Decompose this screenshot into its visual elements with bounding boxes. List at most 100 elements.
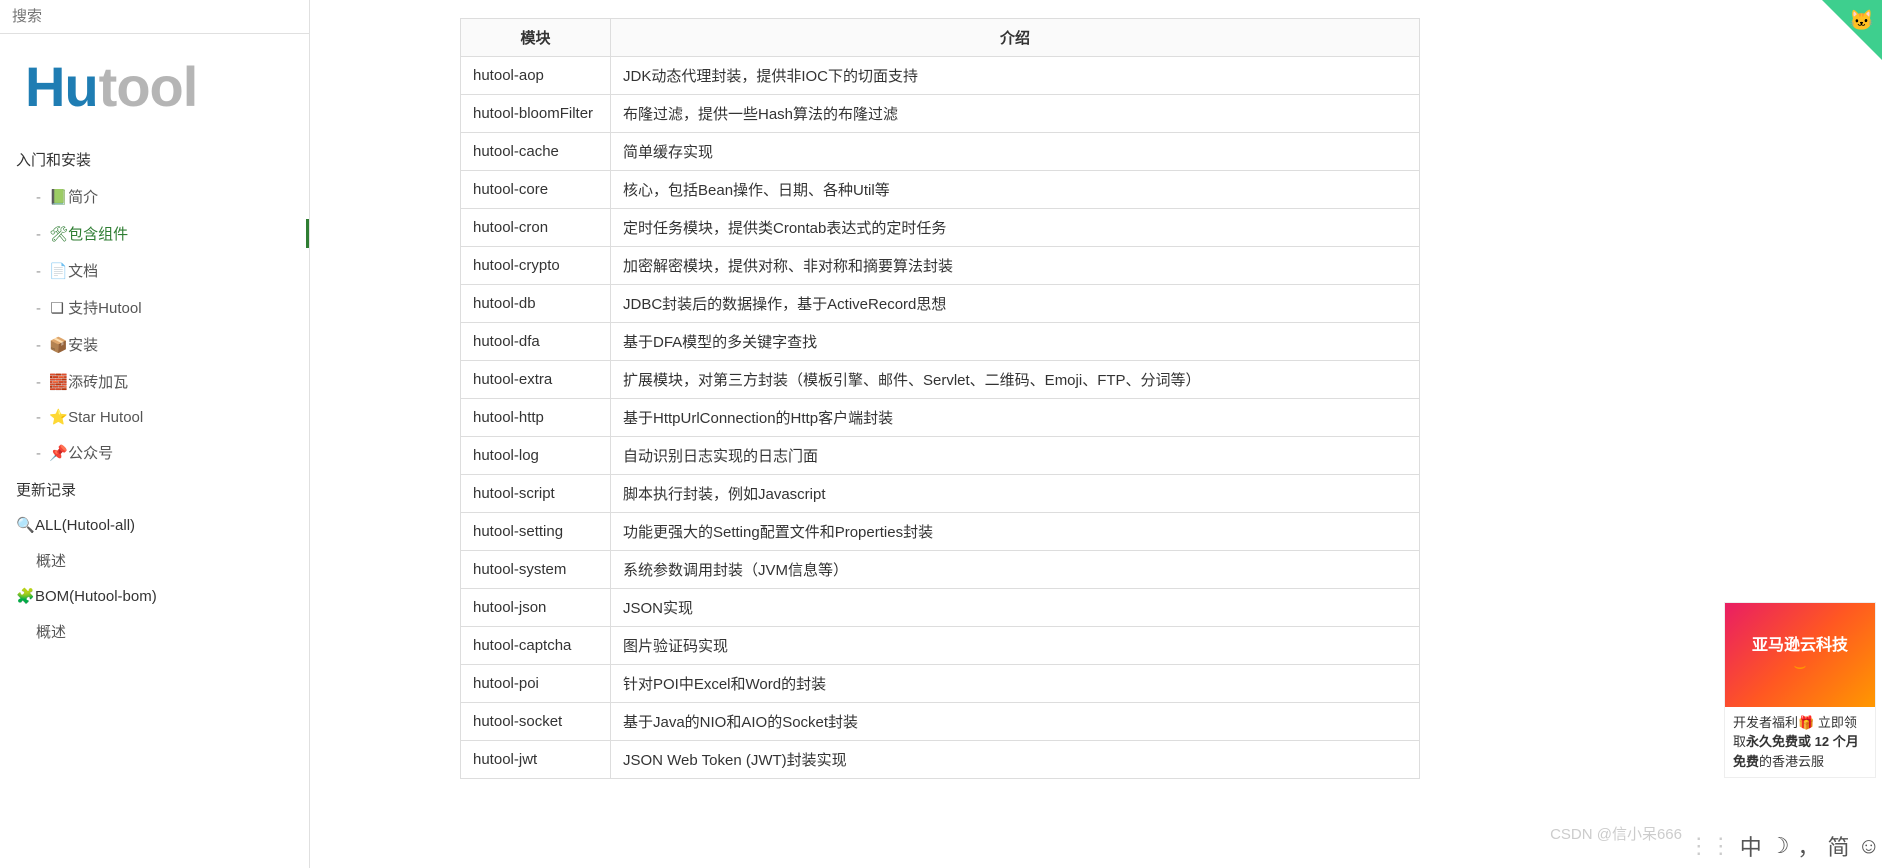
cell-desc: JSON实现 <box>611 589 1420 627</box>
ime-comma[interactable]: ， <box>1798 830 1820 862</box>
smile-icon[interactable]: ☺ <box>1858 833 1880 859</box>
table-row: hutool-jsonJSON实现 <box>461 589 1420 627</box>
cell-desc: 定时任务模块，提供类Crontab表达式的定时任务 <box>611 209 1420 247</box>
dash: - <box>36 409 45 426</box>
cell-module: hutool-json <box>461 589 611 627</box>
ad-line2: 的香港云服 <box>1759 754 1824 769</box>
cell-desc: 核心，包括Bean操作、日期、各种Util等 <box>611 171 1420 209</box>
cell-module: hutool-jwt <box>461 741 611 779</box>
table-row: hutool-jwtJSON Web Token (JWT)封装实现 <box>461 741 1420 779</box>
cell-desc: 布隆过滤，提供一些Hash算法的布隆过滤 <box>611 95 1420 133</box>
nav-item-icon: 📄 <box>49 262 65 280</box>
dash: - <box>36 263 45 280</box>
nav-section-intro[interactable]: 入门和安装 <box>0 141 309 178</box>
sidebar-item-4[interactable]: - 📦安装 <box>0 326 309 363</box>
table-row: hutool-log自动识别日志实现的日志门面 <box>461 437 1420 475</box>
th-desc: 介绍 <box>611 19 1420 57</box>
search-input[interactable] <box>12 6 297 27</box>
watermark: CSDN @信小呆666 <box>1550 823 1682 844</box>
cell-module: hutool-script <box>461 475 611 513</box>
table-row: hutool-bloomFilter布隆过滤，提供一些Hash算法的布隆过滤 <box>461 95 1420 133</box>
table-row: hutool-extra扩展模块，对第三方封装（模板引擎、邮件、Servlet、… <box>461 361 1420 399</box>
cell-module: hutool-cron <box>461 209 611 247</box>
cell-module: hutool-extra <box>461 361 611 399</box>
cell-module: hutool-dfa <box>461 323 611 361</box>
search-icon: 🔍 <box>16 516 32 534</box>
nav-section-all-label: ALL(Hutool-all) <box>35 517 135 534</box>
ad-image-text: 亚马逊云科技 <box>1752 631 1848 655</box>
sidebar-item-0[interactable]: - 📗简介 <box>0 178 309 215</box>
nav-item-icon: 📌 <box>49 444 65 462</box>
sidebar-item-7[interactable]: - 📌公众号 <box>0 434 309 471</box>
nav-item-label: 安装 <box>68 337 98 354</box>
table-row: hutool-aopJDK动态代理封装，提供非IOC下的切面支持 <box>461 57 1420 95</box>
ime-zh[interactable]: 中 <box>1740 830 1762 862</box>
sidebar-item-5[interactable]: - 🧱添砖加瓦 <box>0 363 309 400</box>
cell-desc: 功能更强大的Setting配置文件和Properties封装 <box>611 513 1420 551</box>
dash: - <box>36 445 45 462</box>
table-row: hutool-setting功能更强大的Setting配置文件和Properti… <box>461 513 1420 551</box>
module-table: 模块 介绍 hutool-aopJDK动态代理封装，提供非IOC下的切面支持hu… <box>460 18 1420 779</box>
sidebar-item-3[interactable]: - ❑支持Hutool <box>0 289 309 326</box>
smile-icon: ⌣ <box>1793 655 1806 678</box>
table-row: hutool-socket基于Java的NIO和AIO的Socket封装 <box>461 703 1420 741</box>
cell-module: hutool-http <box>461 399 611 437</box>
nav-section-bom[interactable]: 🧩BOM(Hutool-bom) <box>0 579 309 613</box>
ime-sep-icon: ⋮⋮ <box>1688 833 1732 859</box>
cell-desc: JSON Web Token (JWT)封装实现 <box>611 741 1420 779</box>
table-row: hutool-dfa基于DFA模型的多关键字查找 <box>461 323 1420 361</box>
cell-module: hutool-crypto <box>461 247 611 285</box>
nav: 入门和安装 - 📗简介- 🛠包含组件- 📄文档- ❑支持Hutool- 📦安装-… <box>0 137 309 868</box>
table-row: hutool-core核心，包括Bean操作、日期、各种Util等 <box>461 171 1420 209</box>
sidebar-item-2[interactable]: - 📄文档 <box>0 252 309 289</box>
sidebar-item-6[interactable]: - ⭐Star Hutool <box>0 400 309 434</box>
sidebar-item-bom-0[interactable]: 概述 <box>0 613 309 650</box>
cell-module: hutool-socket <box>461 703 611 741</box>
moon-icon[interactable]: ☽ <box>1770 833 1790 859</box>
cell-module: hutool-db <box>461 285 611 323</box>
nav-item-icon: 🛠 <box>49 225 65 243</box>
sidebar-item-all-0[interactable]: 概述 <box>0 542 309 579</box>
dash: - <box>36 374 45 391</box>
table-row: hutool-http基于HttpUrlConnection的Http客户端封装 <box>461 399 1420 437</box>
cell-desc: 系统参数调用封装（JVM信息等） <box>611 551 1420 589</box>
logo-u: u <box>64 55 98 118</box>
ime-jian[interactable]: 简 <box>1828 830 1850 862</box>
table-row: hutool-poi针对POI中Excel和Word的封装 <box>461 665 1420 703</box>
cell-desc: JDBC封装后的数据操作，基于ActiveRecord思想 <box>611 285 1420 323</box>
table-row: hutool-cron定时任务模块，提供类Crontab表达式的定时任务 <box>461 209 1420 247</box>
nav-item-label: 公众号 <box>68 445 113 462</box>
nav-item-label: 支持Hutool <box>68 300 141 317</box>
ad-box[interactable]: 亚马逊云科技 ⌣ 开发者福利🎁 立即领取永久免费或 12 个月免费的香港云服 <box>1724 602 1876 779</box>
github-icon[interactable]: 🐱 <box>1849 8 1874 33</box>
main-content: 模块 介绍 hutool-aopJDK动态代理封装，提供非IOC下的切面支持hu… <box>310 0 1882 868</box>
cell-module: hutool-log <box>461 437 611 475</box>
cell-module: hutool-captcha <box>461 627 611 665</box>
nav-section-changelog[interactable]: 更新记录 <box>0 471 309 508</box>
cell-desc: 加密解密模块，提供对称、非对称和摘要算法封装 <box>611 247 1420 285</box>
cell-desc: 基于DFA模型的多关键字查找 <box>611 323 1420 361</box>
nav-item-label: 概述 <box>36 624 66 641</box>
nav-item-icon: 📦 <box>49 336 65 354</box>
cell-desc: 自动识别日志实现的日志门面 <box>611 437 1420 475</box>
dash: - <box>36 337 45 354</box>
ime-bar: ⋮⋮ 中 ☽ ， 简 ☺ <box>1688 830 1880 862</box>
nav-item-icon: ❑ <box>49 299 65 317</box>
cell-module: hutool-bloomFilter <box>461 95 611 133</box>
cell-desc: 简单缓存实现 <box>611 133 1420 171</box>
table-row: hutool-crypto加密解密模块，提供对称、非对称和摘要算法封装 <box>461 247 1420 285</box>
table-row: hutool-script脚本执行封装，例如Javascript <box>461 475 1420 513</box>
nav-section-all[interactable]: 🔍ALL(Hutool-all) <box>0 508 309 542</box>
table-row: hutool-cache简单缓存实现 <box>461 133 1420 171</box>
nav-item-icon: ⭐ <box>49 408 65 426</box>
cell-module: hutool-core <box>461 171 611 209</box>
table-row: hutool-system系统参数调用封装（JVM信息等） <box>461 551 1420 589</box>
cell-desc: 图片验证码实现 <box>611 627 1420 665</box>
cell-module: hutool-system <box>461 551 611 589</box>
sidebar-item-1[interactable]: - 🛠包含组件 <box>0 215 309 252</box>
nav-item-label: 文档 <box>68 263 98 280</box>
nav-item-icon: 📗 <box>49 188 65 206</box>
table-row: hutool-dbJDBC封装后的数据操作，基于ActiveRecord思想 <box>461 285 1420 323</box>
nav-item-label: 简介 <box>68 189 98 206</box>
cell-module: hutool-poi <box>461 665 611 703</box>
